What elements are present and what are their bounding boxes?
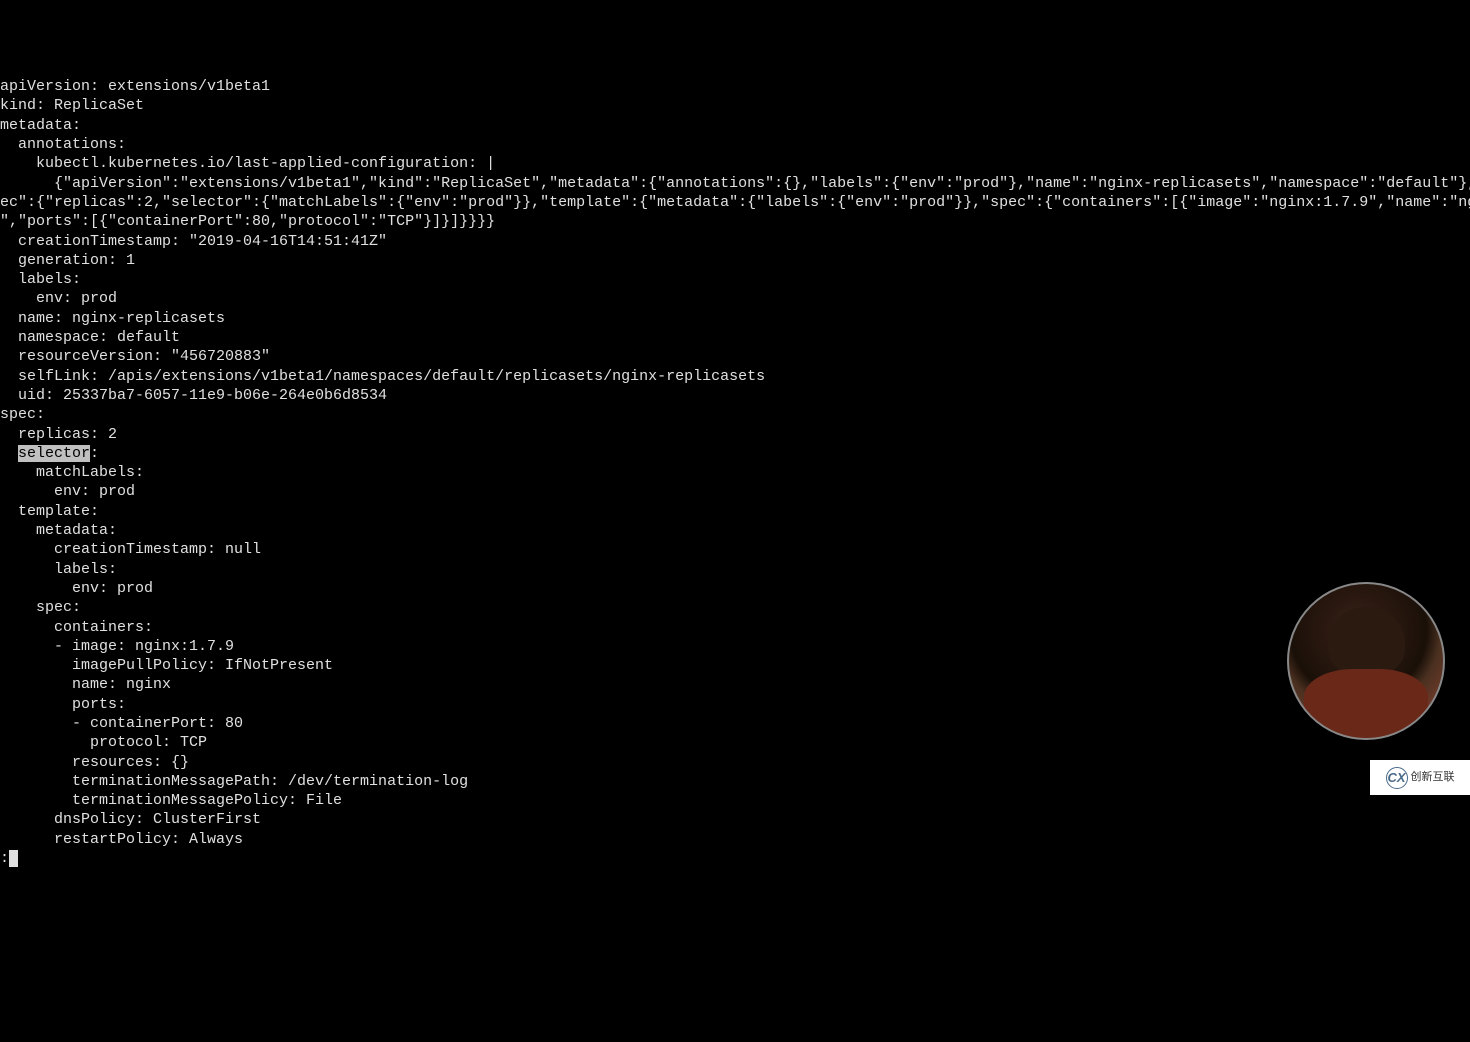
presenter-avatar (1287, 582, 1445, 740)
pager-prompt[interactable]: : (0, 850, 18, 867)
yaml-content: apiVersion: extensions/v1beta1 kind: Rep… (0, 77, 1470, 868)
watermark-text: 创新互联 (1411, 768, 1455, 787)
terminal-output[interactable]: apiVersion: extensions/v1beta1 kind: Rep… (0, 77, 1470, 868)
cursor (9, 850, 18, 867)
selector-line: selector: (0, 445, 99, 462)
watermark-icon: CX (1386, 767, 1408, 789)
watermark-logo: CX 创新互联 (1370, 760, 1470, 795)
highlighted-text: selector (18, 445, 90, 462)
